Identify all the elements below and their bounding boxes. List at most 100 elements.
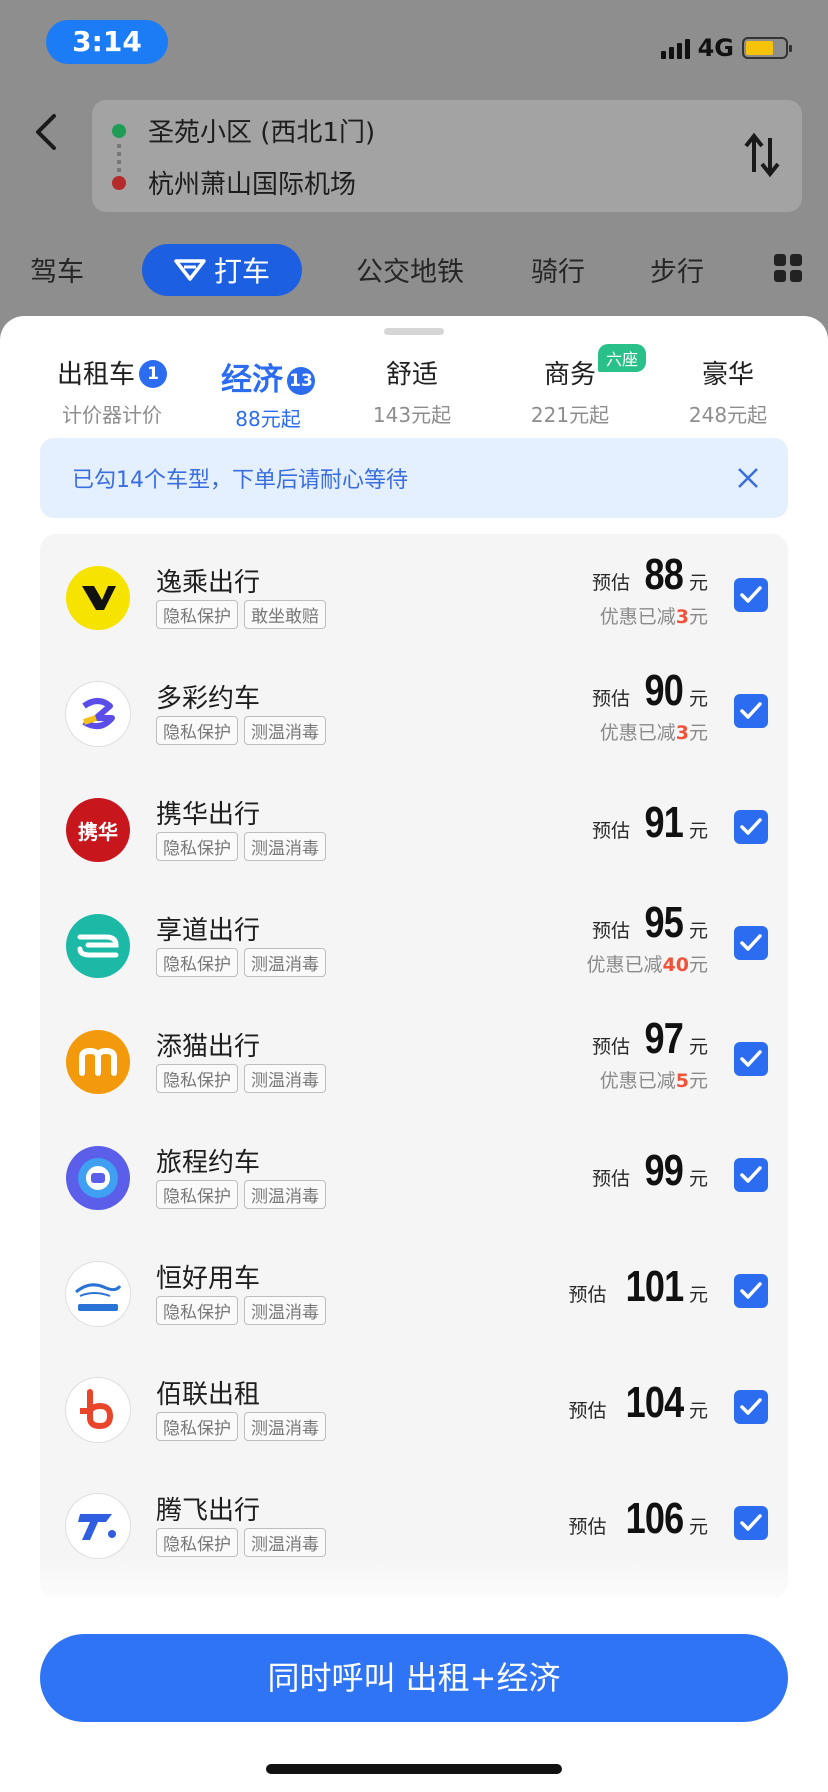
checkbox-checked-icon[interactable] — [734, 1042, 768, 1076]
xiangdao-logo-icon — [66, 914, 130, 978]
tab-drive[interactable]: 驾车 — [30, 250, 84, 289]
discount-text: 优惠已减3元 — [599, 722, 708, 744]
status-bar: 3:14 4G — [0, 0, 828, 90]
provider-tag: 隐私保护 — [156, 1064, 238, 1093]
route-connector — [117, 144, 121, 172]
price-value: 106 — [625, 1494, 684, 1543]
price-box: 预估 101 元 — [569, 1262, 708, 1312]
henghao-logo-icon — [66, 1262, 130, 1326]
destination-text[interactable]: 杭州萧山国际机场 — [148, 164, 356, 201]
xiehua-logo-icon: 携华 — [66, 798, 130, 862]
provider-name: 佰联出租 — [156, 1380, 261, 1410]
tengfei-logo-icon — [66, 1494, 130, 1558]
checkbox-checked-icon[interactable] — [734, 1158, 768, 1192]
checkbox-checked-icon[interactable] — [734, 578, 768, 612]
price-prefix: 预估 — [592, 920, 631, 942]
price-value: 91 — [644, 798, 683, 847]
provider-row[interactable]: 携华 携华出行 隐私保护 测温消毒 预估 91 元 — [40, 772, 788, 888]
price-unit: 元 — [688, 688, 708, 710]
call-button[interactable]: 同时呼叫 出租+经济 — [40, 1634, 788, 1722]
provider-tag: 测温消毒 — [244, 1180, 326, 1209]
checkbox-checked-icon[interactable] — [734, 810, 768, 844]
provider-tag: 隐私保护 — [156, 948, 238, 977]
discount-text: 优惠已减5元 — [599, 1070, 708, 1092]
price-box: 预估 99 元 — [592, 1146, 708, 1196]
provider-tag: 隐私保护 — [156, 1528, 238, 1557]
price-value: 104 — [625, 1378, 684, 1427]
provider-tags: 隐私保护 测温消毒 — [156, 948, 326, 977]
notice-text: 已勾14个车型，下单后请耐心等待 — [72, 468, 408, 493]
provider-row[interactable]: 享道出行 隐私保护 测温消毒 预估 95 元优惠已减40元 — [40, 888, 788, 1004]
category-taxi[interactable]: 出租车 1 计价器计价 — [42, 354, 182, 428]
tab-transit[interactable]: 公交地铁 — [356, 250, 464, 289]
price-value: 88 — [644, 550, 683, 599]
provider-tags: 隐私保护 测温消毒 — [156, 1180, 326, 1209]
provider-tag: 隐私保护 — [156, 1412, 238, 1441]
price-value: 95 — [644, 898, 683, 947]
provider-row[interactable]: 添猫出行 隐私保护 测温消毒 预估 97 元优惠已减5元 — [40, 1004, 788, 1120]
category-taxi-name: 出租车 — [56, 360, 135, 390]
network-label: 4G — [697, 34, 734, 62]
checkbox-checked-icon[interactable] — [734, 1390, 768, 1424]
price-value: 101 — [625, 1262, 684, 1311]
six-seat-tag: 六座 — [598, 344, 647, 372]
destination-dot-icon — [112, 176, 126, 190]
more-grid-icon[interactable] — [774, 254, 802, 282]
status-indicators: 4G — [660, 34, 792, 62]
price-box: 预估 104 元 — [569, 1378, 708, 1428]
provider-row[interactable]: 佰联出租 隐私保护 测温消毒 预估 104 元 — [40, 1352, 788, 1468]
back-arrow-icon[interactable] — [28, 110, 64, 154]
provider-tag: 隐私保护 — [156, 1296, 238, 1325]
route-box[interactable]: 圣苑小区 (西北1门) 杭州萧山国际机场 — [92, 100, 802, 212]
list-fade — [40, 1556, 788, 1616]
provider-name: 旅程约车 — [156, 1148, 261, 1178]
yicheng-logo-icon — [66, 566, 130, 630]
checkbox-checked-icon[interactable] — [734, 694, 768, 728]
tab-cycle[interactable]: 骑行 — [531, 250, 585, 289]
provider-row[interactable]: 逸乘出行 隐私保护 敢坐敢赔 预估 88 元优惠已减3元 — [40, 540, 788, 656]
provider-tags: 隐私保护 测温消毒 — [156, 832, 326, 861]
origin-dot-icon — [112, 124, 126, 138]
provider-tag: 隐私保护 — [156, 1180, 238, 1209]
price-box: 预估 91 元 — [592, 798, 708, 848]
provider-tags: 隐私保护 测温消毒 — [156, 1064, 326, 1093]
bailian-logo-icon — [66, 1378, 130, 1442]
provider-tags: 隐私保护 测温消毒 — [156, 716, 326, 745]
category-economy[interactable]: 经济 13 88元起 — [210, 354, 326, 432]
checkbox-checked-icon[interactable] — [734, 926, 768, 960]
price-box: 预估 95 元优惠已减40元 — [587, 898, 708, 977]
provider-row[interactable]: 多彩约车 隐私保护 测温消毒 预估 90 元优惠已减3元 — [40, 656, 788, 772]
provider-name: 腾飞出行 — [156, 1496, 261, 1526]
checkbox-checked-icon[interactable] — [734, 1506, 768, 1540]
price-prefix: 预估 — [592, 572, 631, 594]
provider-tag: 测温消毒 — [244, 1528, 326, 1557]
provider-row[interactable]: 旅程约车 隐私保护 测温消毒 预估 99 元 — [40, 1120, 788, 1236]
battery-icon — [742, 37, 792, 59]
category-economy-badge: 13 — [287, 367, 315, 395]
provider-name: 恒好用车 — [156, 1264, 261, 1294]
category-economy-sub: 88元起 — [235, 407, 301, 431]
category-comfort[interactable]: 舒适 143元起 — [362, 354, 462, 428]
swap-direction-icon[interactable] — [742, 130, 782, 180]
provider-name: 添猫出行 — [156, 1032, 261, 1062]
category-luxury-sub: 248元起 — [688, 403, 768, 427]
provider-tag: 隐私保护 — [156, 600, 238, 629]
provider-tags: 隐私保护 测温消毒 — [156, 1528, 326, 1557]
checkbox-checked-icon[interactable] — [734, 1274, 768, 1308]
provider-tags: 隐私保护 敢坐敢赔 — [156, 600, 326, 629]
origin-text[interactable]: 圣苑小区 (西北1门) — [148, 112, 375, 149]
provider-name: 逸乘出行 — [156, 568, 261, 598]
provider-tag: 测温消毒 — [244, 948, 326, 977]
provider-tag: 测温消毒 — [244, 1296, 326, 1325]
tab-walk[interactable]: 步行 — [650, 250, 704, 289]
category-business-name: 商务 — [543, 360, 596, 390]
price-box: 预估 90 元优惠已减3元 — [592, 666, 708, 745]
category-comfort-name: 舒适 — [385, 360, 438, 390]
close-icon[interactable] — [732, 462, 764, 494]
provider-row[interactable]: 恒好用车 隐私保护 测温消毒 预估 101 元 — [40, 1236, 788, 1352]
category-economy-name: 经济 — [221, 362, 283, 398]
sheet-handle[interactable] — [384, 328, 444, 335]
price-box: 预估 106 元 — [569, 1494, 708, 1544]
tab-taxi[interactable]: 打车 — [142, 244, 302, 296]
category-luxury[interactable]: 豪华 248元起 — [678, 354, 778, 428]
